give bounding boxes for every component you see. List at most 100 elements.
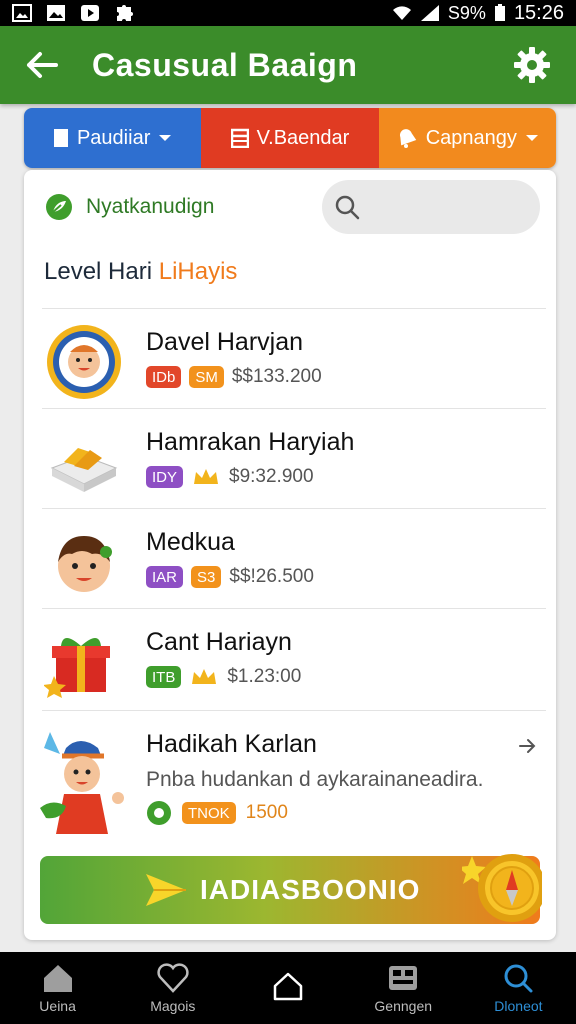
search-icon	[335, 195, 360, 220]
tab-label: V.Baendar	[256, 126, 350, 149]
crown-icon	[194, 469, 219, 484]
list-item[interactable]: Hamrakan Haryiah IDY $9:32.900	[24, 410, 556, 510]
signal-icon	[420, 5, 439, 21]
house-outline-icon	[273, 972, 303, 1001]
item-name: Cant Hariayn	[146, 628, 292, 656]
bell-icon	[399, 129, 416, 148]
item-description: Pnba hudankan d aykarainaneadira.	[146, 768, 484, 791]
chevron-down-icon	[525, 135, 538, 141]
cta-label: IADIASBOONIO	[200, 874, 421, 905]
tag-chip: SM	[189, 366, 224, 388]
paper-plane-icon	[146, 874, 186, 906]
nav-item-home[interactable]: Ueina	[0, 952, 115, 1024]
tag-chip: ITB	[146, 666, 182, 688]
tab-label: Capnangy	[425, 126, 517, 149]
chevron-down-icon	[159, 135, 172, 141]
arrow-left-icon	[27, 52, 58, 78]
medal-badge-icon	[47, 325, 121, 399]
chevron-right-icon[interactable]	[514, 734, 538, 758]
clock: 15:26	[513, 1, 564, 24]
battery-percent: S9%	[447, 2, 486, 23]
status-bar: S9% 15:26	[0, 0, 576, 26]
cta-button[interactable]: IADIASBOONIO	[40, 854, 542, 924]
heading-highlight: LiHayis	[158, 258, 238, 285]
main-card: Nyatkanudign Level Hari LiHayis Davel Ha…	[24, 170, 556, 940]
tab-label: Paudiiar	[76, 126, 151, 149]
bottom-nav: Ueina Magois Genngen Dloneot	[0, 952, 576, 1024]
video-icon	[81, 5, 99, 21]
item-name: Hadikah Karlan	[146, 730, 317, 758]
item-price: $$!26.500	[229, 566, 314, 587]
search-row: Nyatkanudign	[24, 170, 556, 244]
list-item[interactable]: Medkua IAR S3 $$!26.500	[24, 510, 556, 610]
gamepad-icon	[389, 966, 418, 990]
battery-icon	[494, 4, 505, 21]
heading-main: Level Hari	[44, 258, 153, 285]
app-bar: Casusual Baaign	[0, 26, 576, 104]
list-item[interactable]: Cant Hariayn ITB $1.23:00	[24, 610, 556, 710]
gallery-icon	[12, 4, 32, 22]
item-name: Davel Harvjan	[146, 328, 304, 356]
nav-item-games[interactable]: Genngen	[346, 952, 461, 1024]
item-meta: IDb SM $$133.200	[146, 366, 322, 388]
boy-avatar-icon	[58, 536, 112, 592]
food-tray-icon	[50, 448, 118, 492]
tag-chip: S3	[191, 566, 222, 588]
back-button[interactable]	[22, 45, 62, 85]
puzzle-icon	[117, 5, 133, 21]
item-meta: TNOK 1500	[146, 800, 288, 826]
item-price: $9:32.900	[229, 466, 314, 487]
document-icon	[53, 129, 68, 147]
settings-button[interactable]	[510, 43, 554, 87]
tag-chip: IAR	[146, 566, 184, 588]
search-bar[interactable]	[322, 180, 540, 234]
leaf-logo-icon	[46, 194, 72, 220]
medal-icon	[462, 854, 542, 922]
heart-icon	[157, 963, 189, 993]
item-price: $$133.200	[231, 366, 322, 387]
nav-label: Genngen	[374, 998, 433, 1014]
item-meta: ITB $1.23:00	[146, 666, 301, 688]
category-tabs: Paudiiar V.Baendar Capnangy	[24, 108, 556, 168]
brand: Nyatkanudign	[44, 192, 322, 222]
tag-chip: TNOK	[182, 802, 236, 824]
girl-character-icon	[40, 732, 124, 834]
crown-icon	[192, 669, 217, 684]
nav-label: Dloneot	[494, 998, 543, 1014]
tag-chip: IDY	[146, 466, 184, 488]
divider	[42, 710, 546, 711]
search-input[interactable]	[368, 196, 528, 218]
tab-vbaendar[interactable]: V.Baendar	[201, 108, 379, 168]
image-icon	[47, 5, 65, 21]
item-price: $1.23:00	[227, 666, 302, 687]
item-name: Hamrakan Haryiah	[146, 428, 355, 456]
check-circle-icon	[147, 801, 171, 825]
item-meta: IDY $9:32.900	[146, 466, 314, 488]
tab-capnangy[interactable]: Capnangy	[378, 108, 556, 168]
nav-label: Ueina	[39, 998, 76, 1014]
brand-label: Nyatkanudign	[86, 195, 215, 218]
home-icon	[43, 965, 72, 992]
divider	[42, 508, 546, 509]
list-item[interactable]: Davel Harvjan IDb SM $$133.200	[24, 310, 556, 410]
divider	[42, 308, 546, 309]
page-title: Casusual Baaign	[92, 46, 358, 83]
calendar-icon	[230, 128, 249, 148]
section-heading: Level Hari LiHayis	[44, 258, 237, 286]
wifi-icon	[392, 6, 411, 21]
nav-item-house[interactable]	[230, 952, 345, 1024]
gift-box-icon	[44, 638, 110, 698]
search-icon	[504, 964, 533, 993]
gear-icon	[514, 47, 550, 83]
nav-label: Magois	[150, 998, 196, 1014]
item-meta: IAR S3 $$!26.500	[146, 566, 314, 588]
divider	[42, 608, 546, 609]
list-item-featured[interactable]: Hadikah Karlan Pnba hudankan d aykaraina…	[24, 720, 556, 850]
tag-chip: IDb	[146, 366, 182, 388]
nav-item-search[interactable]: Dloneot	[461, 952, 576, 1024]
item-name: Medkua	[146, 528, 235, 556]
item-value: 1500	[245, 802, 288, 823]
nav-item-favorites[interactable]: Magois	[115, 952, 230, 1024]
divider	[42, 408, 546, 409]
tab-paudiiar[interactable]: Paudiiar	[24, 108, 202, 168]
